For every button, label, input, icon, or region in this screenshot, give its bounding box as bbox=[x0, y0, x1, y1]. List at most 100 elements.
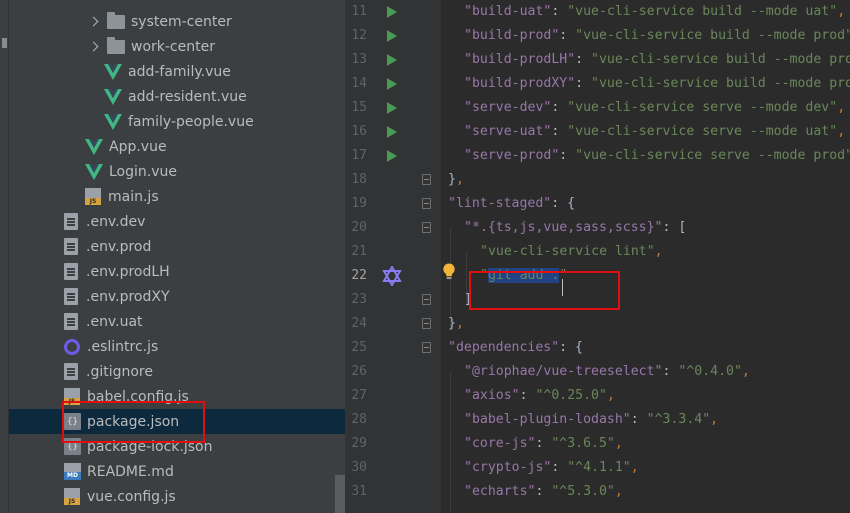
vue-icon bbox=[104, 113, 122, 130]
tree-item[interactable]: work-center bbox=[9, 34, 345, 59]
file-icon bbox=[64, 313, 78, 330]
code-text: "dependencies": { bbox=[448, 336, 583, 360]
fold-marker-icon[interactable] bbox=[422, 222, 431, 233]
code-line[interactable]: 18}, bbox=[345, 168, 850, 192]
code-line[interactable]: 16 "serve-uat": "vue-cli-service serve --… bbox=[345, 120, 850, 144]
vue-icon bbox=[85, 138, 103, 155]
code-line[interactable]: 24}, bbox=[345, 312, 850, 336]
code-line[interactable]: 19 "lint-staged": { bbox=[345, 192, 850, 216]
tree-item[interactable]: MD README.md bbox=[9, 459, 345, 484]
file-icon bbox=[64, 238, 78, 255]
line-number: 14 bbox=[351, 76, 367, 91]
vue-icon bbox=[104, 63, 122, 80]
punctuation: , bbox=[455, 172, 464, 187]
line-number: 24 bbox=[351, 316, 367, 331]
code-line[interactable]: 11 "build-uat": "vue-cli-service build --… bbox=[345, 0, 850, 24]
run-script-icon[interactable] bbox=[387, 150, 397, 162]
tree-item-label: .env.prodXY bbox=[86, 288, 170, 305]
line-number: 12 bbox=[351, 28, 367, 43]
tree-item[interactable]: App.vue bbox=[9, 134, 345, 159]
line-number: 27 bbox=[351, 388, 367, 403]
tree-item[interactable]: .env.uat bbox=[9, 309, 345, 334]
code-line[interactable]: 14 "build-prodXY": "vue-cli-service build… bbox=[345, 72, 850, 96]
tree-item-label: .eslintrc.js bbox=[87, 338, 159, 355]
text-cursor bbox=[562, 279, 563, 296]
tree-item[interactable]: .env.prodXY bbox=[9, 284, 345, 309]
json-key: "@riophae/vue-treeselect" bbox=[464, 364, 663, 379]
tree-item[interactable]: system-center bbox=[9, 9, 345, 34]
tree-item[interactable]: .env.dev bbox=[9, 209, 345, 234]
line-number: 11 bbox=[351, 4, 367, 19]
json-string: "^5.3.0" bbox=[551, 484, 615, 499]
code-line[interactable]: 29 "core-js": "^3.6.5", bbox=[345, 432, 850, 456]
code-text: "serve-dev": "vue-cli-service serve --mo… bbox=[464, 96, 845, 120]
tree-item[interactable]: .eslintrc.js bbox=[9, 334, 345, 359]
code-line[interactable]: 17 "serve-prod": "vue-cli-service serve -… bbox=[345, 144, 850, 168]
run-script-icon[interactable] bbox=[387, 6, 397, 18]
tree-item[interactable]: .env.prod bbox=[9, 234, 345, 259]
tree-item-label: .env.uat bbox=[86, 313, 143, 330]
run-script-icon[interactable] bbox=[387, 78, 397, 90]
json-key: "build-prod" bbox=[464, 28, 560, 43]
fold-marker-icon[interactable] bbox=[422, 294, 431, 305]
punctuation: : bbox=[575, 52, 592, 67]
punctuation: , bbox=[455, 316, 464, 331]
tree-item[interactable]: JS main.js bbox=[9, 184, 345, 209]
code-text: "axios": "^0.25.0", bbox=[464, 384, 615, 408]
code-text: "serve-prod": "vue-cli-service serve --m… bbox=[464, 144, 850, 168]
md-icon: MD bbox=[64, 463, 81, 480]
code-line[interactable]: 28 "babel-plugin-lodash": "^3.3.4", bbox=[345, 408, 850, 432]
folder-icon bbox=[107, 36, 125, 54]
chevron-right-icon[interactable] bbox=[87, 40, 101, 54]
code-line[interactable]: 30 "crypto-js": "^4.1.1", bbox=[345, 456, 850, 480]
json-key: "build-prodXY" bbox=[464, 76, 576, 91]
tree-item-label: add-resident.vue bbox=[128, 88, 247, 105]
json-key: "dependencies" bbox=[448, 340, 560, 355]
tree-item-label: vue.config.js bbox=[87, 488, 176, 505]
code-line[interactable]: 21 "vue-cli-service lint", bbox=[345, 240, 850, 264]
code-line[interactable]: 13 "build-prodLH": "vue-cli-service build… bbox=[345, 48, 850, 72]
md-badge: MD bbox=[64, 472, 81, 480]
line-number: 26 bbox=[351, 364, 367, 379]
json-string: "^0.25.0" bbox=[535, 388, 607, 403]
tree-item[interactable]: JS vue.config.js bbox=[9, 484, 345, 509]
tree-item[interactable]: add-resident.vue bbox=[9, 84, 345, 109]
tree-item[interactable]: family-people.vue bbox=[9, 109, 345, 134]
punctuation: : { bbox=[551, 196, 576, 211]
file-icon bbox=[64, 288, 78, 305]
code-line[interactable]: 20 "*.{ts,js,vue,sass,scss}": [ bbox=[345, 216, 850, 240]
fold-marker-icon[interactable] bbox=[422, 318, 431, 329]
punctuation: : bbox=[551, 100, 568, 115]
code-line[interactable]: 15 "serve-dev": "vue-cli-service serve --… bbox=[345, 96, 850, 120]
code-text: "serve-uat": "vue-cli-service serve --mo… bbox=[464, 120, 845, 144]
fold-marker-icon[interactable] bbox=[422, 198, 431, 209]
code-line[interactable]: 27 "axios": "^0.25.0", bbox=[345, 384, 850, 408]
tree-item[interactable]: Login.vue bbox=[9, 159, 345, 184]
tree-item-label: .gitignore bbox=[86, 363, 153, 380]
punctuation: : [ bbox=[662, 220, 687, 235]
lightbulb-icon[interactable] bbox=[442, 263, 456, 280]
code-line[interactable]: 25 "dependencies": { bbox=[345, 336, 850, 360]
run-script-icon[interactable] bbox=[387, 126, 397, 138]
code-line[interactable]: 31 "echarts": "^5.3.0", bbox=[345, 480, 850, 504]
punctuation: : bbox=[535, 436, 552, 451]
tree-item[interactable]: .env.prodLH bbox=[9, 259, 345, 284]
fold-marker-icon[interactable] bbox=[422, 174, 431, 185]
json-string: "vue-cli-service serve --mode dev" bbox=[567, 100, 838, 115]
run-script-icon[interactable] bbox=[387, 30, 397, 42]
js-icon: JS bbox=[64, 488, 80, 505]
run-script-icon[interactable] bbox=[387, 102, 397, 114]
prettier-icon[interactable] bbox=[382, 266, 402, 286]
code-line[interactable]: 12 "build-prod": "vue-cli-service build -… bbox=[345, 24, 850, 48]
code-editor[interactable]: 11 "build-uat": "vue-cli-service build --… bbox=[345, 0, 850, 513]
tree-item[interactable]: .gitignore bbox=[9, 359, 345, 384]
punctuation: , bbox=[614, 436, 623, 451]
run-script-icon[interactable] bbox=[387, 54, 397, 66]
tree-item[interactable]: add-family.vue bbox=[9, 59, 345, 84]
code-text: }, bbox=[448, 168, 464, 192]
fold-marker-icon[interactable] bbox=[422, 342, 431, 353]
tree-item-label: main.js bbox=[108, 188, 159, 205]
chevron-right-icon[interactable] bbox=[87, 15, 101, 29]
code-line[interactable]: 26 "@riophae/vue-treeselect": "^0.4.0", bbox=[345, 360, 850, 384]
tool-window-strip bbox=[0, 0, 9, 513]
